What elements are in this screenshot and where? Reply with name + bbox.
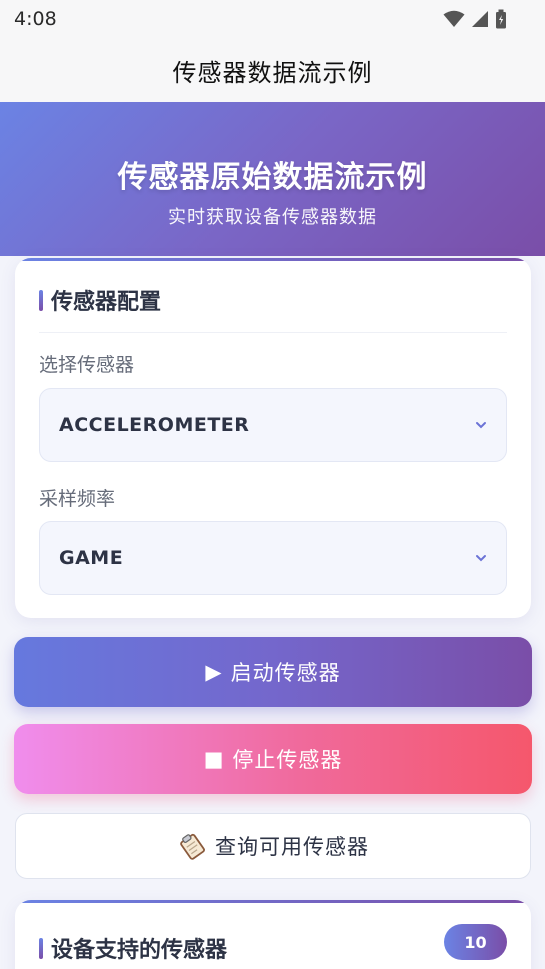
- supported-section-header: 设备支持的传感器: [39, 932, 227, 964]
- query-sensors-button[interactable]: 查询可用传感器: [15, 813, 531, 879]
- divider: [39, 332, 507, 333]
- status-bar: 4:08: [0, 0, 545, 38]
- chevron-down-icon: [476, 422, 486, 429]
- query-sensors-label: 查询可用传感器: [215, 835, 369, 859]
- start-sensor-button[interactable]: ▶ 启动传感器: [14, 637, 532, 707]
- stop-icon: ■: [203, 747, 225, 771]
- sensor-config-card: 传感器配置 选择传感器 ACCELEROMETER 采样频率 GAME: [15, 258, 531, 618]
- supported-sensors-card: 设备支持的传感器 10: [15, 900, 531, 969]
- wifi-icon: [443, 10, 465, 27]
- sensor-select-label: 选择传感器: [39, 354, 135, 376]
- stop-sensor-label: 停止传感器: [232, 748, 343, 772]
- play-icon: ▶: [205, 660, 223, 684]
- start-sensor-label: 启动传感器: [230, 661, 341, 685]
- sensor-select[interactable]: ACCELEROMETER: [39, 388, 507, 462]
- clipboard-icon: [177, 831, 207, 861]
- card-accent-line: [15, 258, 531, 261]
- rate-select-label: 采样频率: [39, 488, 116, 510]
- stop-sensor-button[interactable]: ■ 停止传感器: [14, 724, 532, 794]
- signal-icon: [472, 11, 488, 27]
- section-accent-bar: [39, 289, 43, 311]
- hero-banner: 传感器原始数据流示例 实时获取设备传感器数据: [0, 102, 545, 256]
- sensor-count-badge: 10: [444, 924, 507, 960]
- hero-title: 传感器原始数据流示例: [117, 160, 428, 195]
- config-section-header: 传感器配置: [39, 284, 161, 316]
- app-title: 传感器数据流示例: [172, 58, 373, 87]
- chevron-down-icon: [476, 555, 486, 562]
- app-bar: 传感器数据流示例: [0, 38, 545, 102]
- status-time: 4:08: [14, 8, 57, 30]
- hero-subtitle: 实时获取设备传感器数据: [168, 207, 377, 228]
- card-accent-line: [15, 900, 531, 903]
- section-accent-bar: [39, 937, 43, 959]
- status-icons: [443, 9, 507, 29]
- config-section-title: 传感器配置: [51, 290, 162, 315]
- supported-section-title: 设备支持的传感器: [51, 938, 228, 963]
- sensor-select-value: ACCELEROMETER: [59, 414, 250, 436]
- battery-icon: [496, 9, 506, 29]
- rate-select-value: GAME: [59, 547, 124, 569]
- rate-select[interactable]: GAME: [39, 521, 507, 595]
